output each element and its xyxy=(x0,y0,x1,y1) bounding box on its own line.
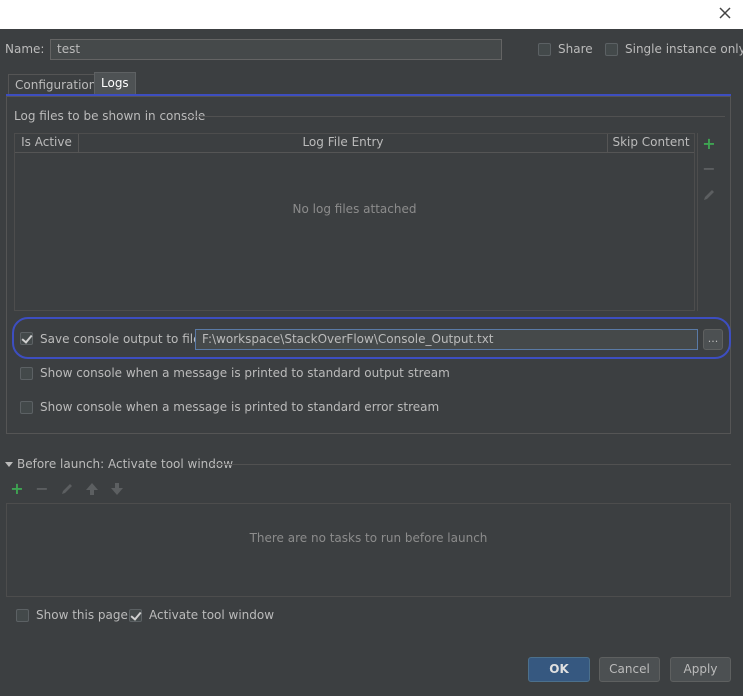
show-page-checkbox[interactable] xyxy=(16,609,29,622)
output-file-path-input[interactable]: F:\workspace\StackOverFlow\Console_Outpu… xyxy=(195,329,698,350)
share-checkbox[interactable] xyxy=(538,43,551,56)
collapse-arrow-icon[interactable] xyxy=(5,461,13,469)
close-icon[interactable] xyxy=(717,5,733,21)
name-label: Name: xyxy=(5,42,45,56)
edit-icon[interactable] xyxy=(60,482,74,496)
tab-logs[interactable]: Logs xyxy=(94,72,136,96)
before-launch-task-list: There are no tasks to run before launch xyxy=(6,503,731,597)
empty-tasks-message: There are no tasks to run before launch xyxy=(249,531,488,545)
browse-button[interactable]: ... xyxy=(703,329,723,350)
activate-tool-checkbox[interactable] xyxy=(129,609,142,622)
show-page-label[interactable]: Show this page xyxy=(36,608,128,622)
save-output-checkbox[interactable] xyxy=(20,332,33,345)
before-launch-title[interactable]: Before launch: Activate tool window xyxy=(17,457,233,471)
edit-icon[interactable] xyxy=(702,188,716,202)
single-instance-label[interactable]: Single instance only xyxy=(625,42,743,56)
remove-icon[interactable]: − xyxy=(34,481,50,497)
apply-button[interactable]: Apply xyxy=(670,657,731,682)
logs-group-title: Log files to be shown in console xyxy=(14,109,206,123)
column-header-log-file-entry[interactable]: Log File Entry xyxy=(79,134,608,152)
tab-configuration[interactable]: Configuration xyxy=(8,74,104,96)
single-instance-checkbox[interactable] xyxy=(605,43,618,56)
activate-tool-label[interactable]: Activate tool window xyxy=(149,608,274,622)
remove-icon[interactable]: − xyxy=(701,161,717,177)
show-stderr-label[interactable]: Show console when a message is printed t… xyxy=(40,400,439,414)
header-divider xyxy=(15,152,694,153)
show-stdout-checkbox[interactable] xyxy=(20,367,33,380)
add-icon[interactable]: + xyxy=(701,136,717,152)
toolbar-divider xyxy=(697,133,698,311)
group-separator xyxy=(188,116,725,117)
ok-button[interactable]: OK xyxy=(528,657,590,682)
empty-log-message: No log files attached xyxy=(292,202,417,216)
move-down-icon[interactable] xyxy=(110,482,124,496)
share-label[interactable]: Share xyxy=(558,42,593,56)
name-input[interactable]: test xyxy=(50,39,502,60)
show-stdout-label[interactable]: Show console when a message is printed t… xyxy=(40,366,450,380)
save-output-label[interactable]: Save console output to file: xyxy=(40,332,205,346)
add-icon[interactable]: + xyxy=(9,481,25,497)
show-stderr-checkbox[interactable] xyxy=(20,401,33,414)
move-up-icon[interactable] xyxy=(85,482,99,496)
log-files-table: Is Active Log File Entry Skip Content No… xyxy=(14,133,695,311)
column-header-skip-content[interactable]: Skip Content xyxy=(608,134,694,152)
cancel-button[interactable]: Cancel xyxy=(599,657,660,682)
column-header-is-active[interactable]: Is Active xyxy=(15,134,79,152)
before-launch-separator xyxy=(210,464,731,465)
title-bar xyxy=(0,0,743,29)
